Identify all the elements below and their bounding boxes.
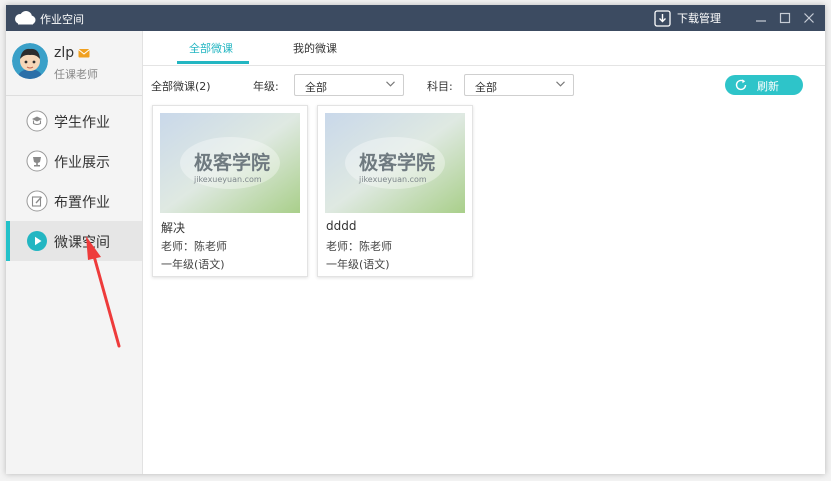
app-window: 作业空间 下载管理 zlp 任课老师 学生作业 作业展示 布置作业 微课空间 全… bbox=[6, 5, 825, 474]
play-icon bbox=[27, 231, 47, 251]
minimize-icon bbox=[756, 20, 766, 22]
tab-all-micro-lectures[interactable]: 全部微课 bbox=[189, 40, 233, 56]
tab-underline bbox=[177, 61, 249, 64]
minimize-button[interactable] bbox=[749, 5, 773, 31]
username: zlp bbox=[54, 45, 75, 61]
lecture-title: dddd bbox=[326, 219, 357, 233]
sidebar-item-assign-homework[interactable]: 布置作业 bbox=[6, 181, 142, 221]
filter-bar: 全部微课(2) 年级: 全部 科目: 全部 刷新 bbox=[143, 66, 825, 102]
sidebar-item-label: 学生作业 bbox=[54, 115, 110, 131]
message-icon[interactable] bbox=[78, 48, 90, 58]
active-indicator bbox=[6, 221, 10, 261]
user-profile: zlp 任课老师 bbox=[6, 31, 142, 96]
sidebar-item-student-homework[interactable]: 学生作业 bbox=[6, 101, 142, 141]
refresh-icon bbox=[735, 79, 747, 91]
thumbnail-logo-text: 极客学院 bbox=[194, 151, 270, 174]
tab-bar: 全部微课 我的微课 bbox=[143, 31, 825, 66]
lecture-card[interactable]: 极客学院 jikexueyuan.com dddd 老师：陈老师 一年级(语文) bbox=[317, 105, 473, 277]
user-role: 任课老师 bbox=[54, 68, 98, 81]
homework-display-icon bbox=[26, 150, 48, 172]
grade-select[interactable]: 全部 bbox=[294, 74, 404, 96]
sidebar-item-micro-lecture-space[interactable]: 微课空间 bbox=[6, 221, 142, 261]
student-homework-icon bbox=[26, 110, 48, 132]
title-bar: 作业空间 下载管理 bbox=[6, 5, 825, 31]
refresh-label: 刷新 bbox=[757, 80, 779, 93]
lecture-count: 全部微课(2) bbox=[151, 80, 211, 93]
cloud-logo-icon bbox=[15, 11, 36, 25]
lecture-grade: 一年级(语文) bbox=[326, 258, 390, 271]
grade-select-value: 全部 bbox=[305, 81, 327, 94]
chevron-down-icon bbox=[556, 81, 565, 87]
subject-label: 科目: bbox=[427, 80, 453, 93]
sidebar-item-label: 布置作业 bbox=[54, 195, 110, 211]
download-icon bbox=[654, 9, 671, 27]
video-thumbnail[interactable]: 极客学院 jikexueyuan.com bbox=[160, 113, 300, 213]
thumbnail-logo-subtext: jikexueyuan.com bbox=[193, 175, 262, 184]
lecture-teacher: 老师：陈老师 bbox=[161, 240, 227, 253]
maximize-icon bbox=[779, 12, 791, 24]
thumbnail-logo-subtext: jikexueyuan.com bbox=[358, 175, 427, 184]
lecture-title: 解决 bbox=[161, 221, 186, 235]
close-button[interactable] bbox=[797, 5, 821, 31]
subject-select-value: 全部 bbox=[475, 81, 497, 94]
main-content: 全部微课 我的微课 全部微课(2) 年级: 全部 科目: 全部 刷新 极客学院 … bbox=[143, 31, 825, 474]
subject-select[interactable]: 全部 bbox=[464, 74, 574, 96]
refresh-button[interactable]: 刷新 bbox=[725, 75, 803, 95]
thumbnail-logo-text: 极客学院 bbox=[359, 151, 435, 174]
video-thumbnail[interactable]: 极客学院 jikexueyuan.com bbox=[325, 113, 465, 213]
sidebar-item-label: 微课空间 bbox=[54, 235, 110, 251]
lecture-grade: 一年级(语文) bbox=[161, 258, 225, 271]
sidebar-item-label: 作业展示 bbox=[54, 155, 110, 171]
avatar[interactable] bbox=[12, 43, 48, 79]
chevron-down-icon bbox=[386, 81, 395, 87]
lecture-teacher: 老师：陈老师 bbox=[326, 240, 392, 253]
tab-my-micro-lectures[interactable]: 我的微课 bbox=[293, 40, 337, 56]
close-icon bbox=[804, 13, 814, 23]
sidebar: zlp 任课老师 学生作业 作业展示 布置作业 微课空间 bbox=[6, 31, 143, 474]
app-title: 作业空间 bbox=[40, 13, 84, 26]
assign-homework-icon bbox=[26, 190, 48, 212]
download-manager-label: 下载管理 bbox=[677, 12, 721, 25]
maximize-button[interactable] bbox=[773, 5, 797, 31]
sidebar-item-homework-display[interactable]: 作业展示 bbox=[6, 141, 142, 181]
lecture-card[interactable]: 极客学院 jikexueyuan.com 解决 老师：陈老师 一年级(语文) bbox=[152, 105, 308, 277]
download-manager-button[interactable]: 下载管理 bbox=[654, 8, 721, 28]
grade-label: 年级: bbox=[253, 80, 279, 93]
